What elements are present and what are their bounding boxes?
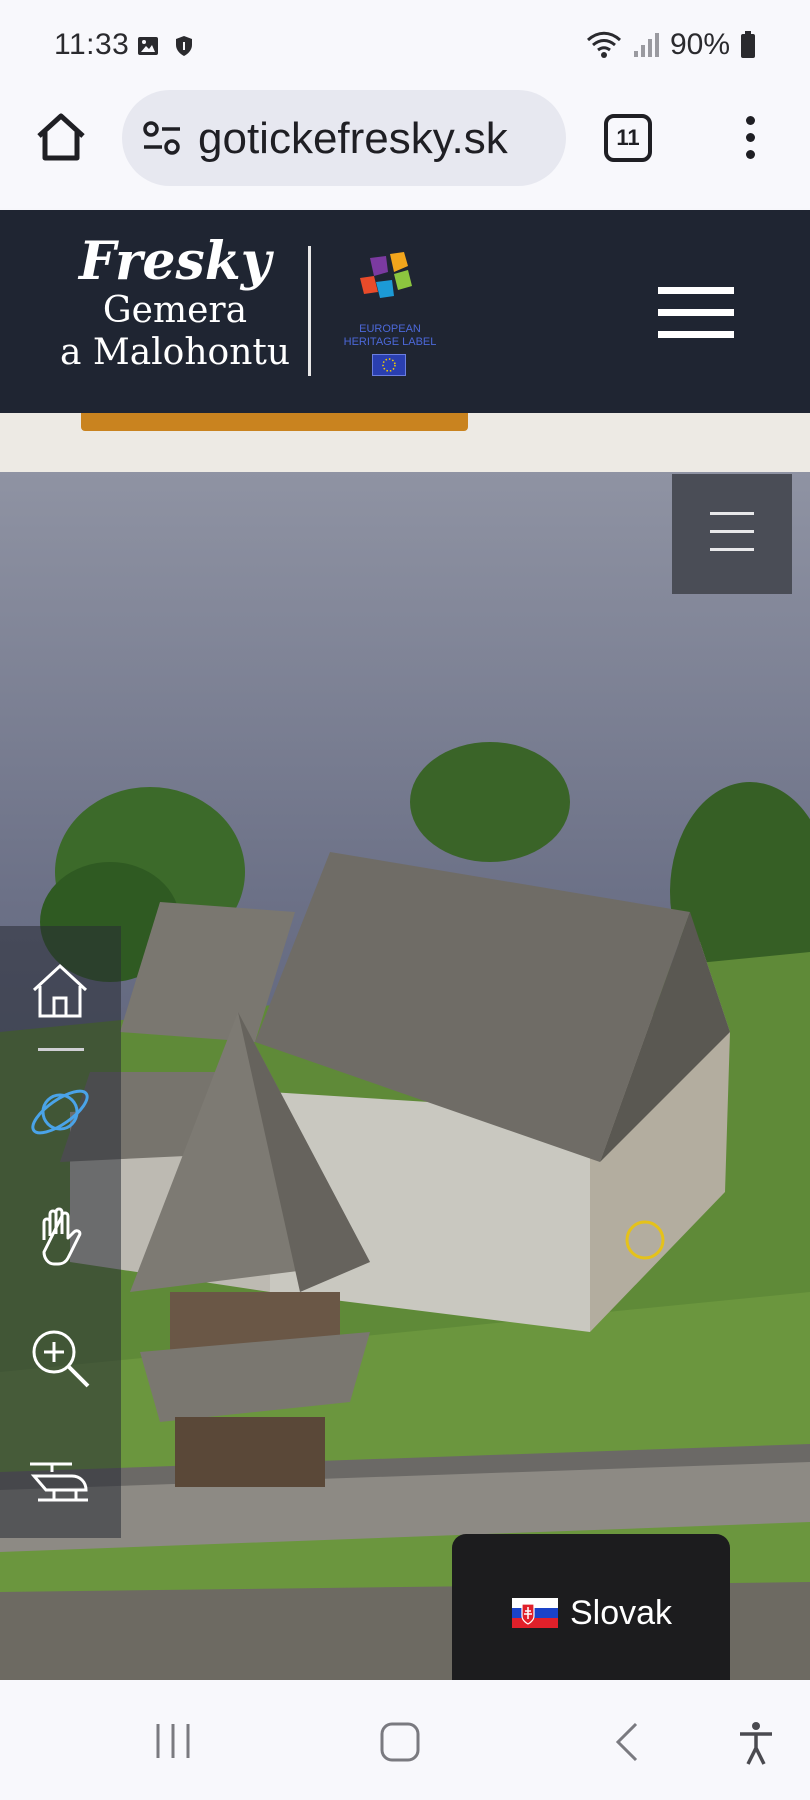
viewer-toolbar [0, 926, 121, 1538]
home-icon[interactable] [24, 954, 96, 1026]
back-icon[interactable] [612, 1720, 642, 1764]
church-3d-model[interactable] [0, 472, 810, 1680]
zoom-in-icon[interactable] [24, 1322, 96, 1394]
heritage-label-text: EUROPEAN HERITAGE LABEL [330, 323, 450, 349]
site-logo[interactable]: Fresky Gemera a Malohontu [40, 234, 310, 374]
site-settings-icon[interactable] [142, 120, 182, 156]
wifi-icon [586, 31, 621, 58]
recents-icon[interactable] [152, 1720, 194, 1762]
address-bar[interactable]: ɡotickefresky.sk [122, 90, 566, 186]
accessibility-icon[interactable] [736, 1720, 776, 1766]
helicopter-icon[interactable] [24, 1446, 96, 1518]
battery-percent: 90% [669, 28, 730, 61]
url-text[interactable]: ɡotickefresky.sk [198, 114, 508, 164]
status-right: 90% [586, 28, 756, 62]
logo-line-1: Fresky [78, 231, 271, 292]
home-icon[interactable] [378, 1720, 422, 1764]
content-strip [0, 413, 810, 472]
language-switcher[interactable]: Slovak [452, 1534, 730, 1680]
orbit-icon[interactable] [24, 1076, 96, 1148]
heritage-label-line-1: EUROPEAN [359, 323, 421, 335]
logo-line-2: Gemera [102, 290, 248, 331]
battery-icon [741, 31, 755, 58]
european-heritage-label-logo: EUROPEAN HERITAGE LABEL [330, 250, 450, 380]
toolbar-divider [38, 1048, 84, 1051]
heritage-flower-icon [360, 252, 412, 298]
shield-icon [176, 36, 192, 56]
signal-icon [633, 33, 659, 57]
viewer-menu-button[interactable] [672, 474, 792, 594]
more-icon[interactable] [736, 112, 764, 166]
language-label[interactable]: Slovak [570, 1594, 672, 1633]
home-icon[interactable] [34, 110, 88, 164]
status-bar: 11:33 90% [0, 0, 810, 90]
slovakia-flag-icon [512, 1598, 558, 1628]
browser-toolbar: ɡotickefresky.sk 11 [0, 90, 810, 208]
gallery-icon [138, 37, 158, 55]
tabs-icon[interactable]: 11 [604, 114, 652, 162]
hamburger-icon[interactable] [658, 287, 734, 339]
eu-flag-icon [372, 354, 406, 376]
orange-button[interactable] [81, 413, 468, 431]
heritage-label-line-2: HERITAGE LABEL [343, 336, 437, 348]
logo-divider [308, 246, 311, 376]
pan-hand-icon[interactable] [24, 1200, 96, 1272]
3d-viewer[interactable]: Slovak [0, 472, 810, 1680]
site-header: Fresky Gemera a Malohontu EUROPEAN HERIT… [0, 210, 810, 413]
android-nav-bar [0, 1680, 810, 1800]
logo-line-3: a Malohontu [59, 332, 291, 373]
status-time: 11:33 [54, 28, 130, 61]
